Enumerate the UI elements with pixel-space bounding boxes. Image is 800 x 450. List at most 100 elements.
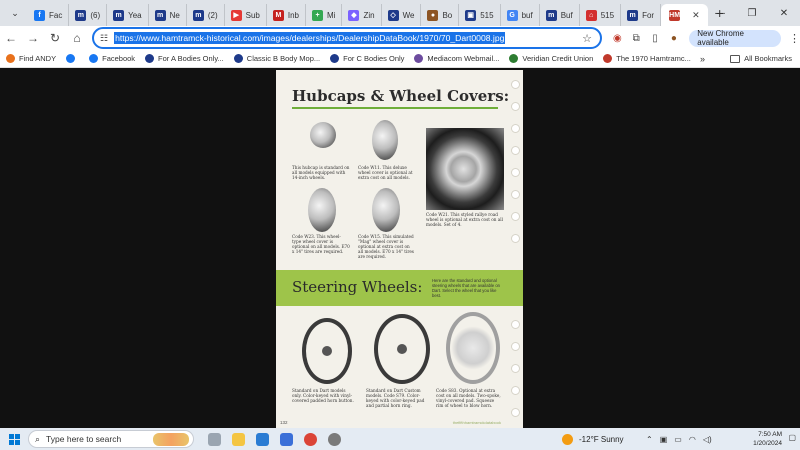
minimize-icon[interactable]: —: [704, 8, 736, 19]
steering-section-note: Here are the standard and optional steer…: [432, 278, 500, 298]
extensions-puzzle-icon[interactable]: ⧉: [627, 33, 646, 44]
browser-tab[interactable]: f Fac: [28, 4, 70, 26]
network-icon[interactable]: ◠: [689, 435, 696, 444]
browser-tab[interactable]: ▣ 515: [459, 4, 501, 26]
browser-tab[interactable]: m Yea: [107, 4, 149, 26]
browser-tab[interactable]: m For: [621, 4, 662, 26]
bookmark-label: Veridian Credit Union: [522, 54, 594, 63]
bookmark-item[interactable]: Mediacom Webmail...: [414, 54, 499, 63]
tab-label: 515: [480, 10, 494, 20]
page-footer: thefifthhamtramckdatabook: [452, 420, 501, 425]
mail-icon[interactable]: [250, 429, 274, 449]
search-highlight-image: [153, 433, 189, 446]
chrome-taskbar-icon[interactable]: [298, 429, 322, 449]
search-icon: ⌕: [35, 433, 41, 444]
bookmarks-bar: Find ANDY Facebook For A Bodies Only... Cla…: [0, 50, 800, 68]
browser-toolbar: ← → ↻ ⌂ ☷ https://www.hamtramck-historic…: [0, 26, 800, 50]
custom-steering-caption: Standard on Dart Custom models. Code S79…: [366, 388, 425, 408]
bookmark-item[interactable]: Classic B Body Mop...: [233, 54, 321, 63]
close-tab-icon[interactable]: ✕: [692, 10, 700, 21]
bookmark-label: Classic B Body Mop...: [246, 54, 321, 63]
tab-label: 515: [600, 10, 615, 20]
bookmark-item[interactable]: For C Bodies Only: [330, 54, 404, 63]
browser-tab[interactable]: Gbuf: [501, 4, 540, 26]
bookmark-item[interactable]: The 1970 Hamtramc...: [603, 54, 691, 63]
bookmark-item[interactable]: [66, 54, 79, 63]
bookmark-favicon-icon: [66, 54, 76, 63]
binder-hole: [511, 342, 520, 351]
tab-favicon-icon: HM: [669, 9, 681, 21]
binder-hole: [511, 80, 520, 89]
bookmark-label: The 1970 Hamtramc...: [616, 54, 691, 63]
back-icon[interactable]: ←: [0, 31, 22, 45]
taskbar-search[interactable]: ⌕ Type here to search: [28, 430, 194, 448]
bookmark-star-icon[interactable]: ☆: [582, 32, 592, 45]
binder-hole: [511, 124, 520, 133]
forward-icon[interactable]: →: [22, 31, 44, 45]
taskbar-search-placeholder: Type here to search: [46, 434, 122, 444]
tray-app-icon[interactable]: ▣: [660, 435, 668, 444]
browser-tab[interactable]: ⌂ 515: [580, 4, 622, 26]
browser-tab[interactable]: ◆ Zin: [342, 4, 382, 26]
chrome-menu-icon[interactable]: ⋮: [789, 32, 800, 45]
bookmark-item[interactable]: Veridian Credit Union: [509, 54, 593, 63]
extension-icon-red[interactable]: ◉: [608, 33, 627, 44]
bookmark-label: Find ANDY: [19, 54, 57, 63]
tab-favicon-icon: ▶: [230, 9, 242, 21]
profile-avatar[interactable]: ●: [664, 33, 683, 44]
bookmark-item[interactable]: For A Bodies Only...: [145, 54, 224, 63]
weather-widget[interactable]: -12°F Sunny: [562, 433, 624, 445]
home-icon[interactable]: ⌂: [66, 31, 88, 45]
browser-tab[interactable]: ▶ Sub: [225, 4, 267, 26]
side-panel-icon[interactable]: ▯: [646, 33, 665, 44]
restore-icon[interactable]: ❐: [736, 8, 768, 19]
battery-icon[interactable]: ▭: [674, 435, 682, 444]
reload-icon[interactable]: ↻: [44, 31, 66, 45]
binder-hole: [511, 190, 520, 199]
volume-icon[interactable]: ◁): [703, 435, 712, 444]
start-button[interactable]: [0, 433, 28, 445]
folder-icon: [730, 54, 741, 63]
notifications-icon[interactable]: ▢: [788, 433, 796, 442]
bookmark-favicon-icon: [89, 54, 99, 63]
browser-tab[interactable]: M Inb: [267, 4, 306, 26]
tray-overflow-icon[interactable]: ⌃: [646, 435, 653, 444]
optional-steering-wheel-image: [446, 312, 500, 384]
browser-tab[interactable]: m (2): [187, 4, 225, 26]
bookmark-favicon-icon: [233, 54, 243, 63]
address-bar[interactable]: ☷ https://www.hamtramck-historical.com/i…: [92, 27, 602, 49]
tab-search-menu-icon[interactable]: ⌄: [6, 4, 24, 22]
tab-label: Yea: [128, 10, 142, 20]
settings-icon[interactable]: [322, 429, 346, 449]
tab-favicon-icon: f: [34, 9, 45, 21]
task-view-icon[interactable]: [202, 429, 226, 449]
tab-label: Inb: [287, 10, 299, 20]
new-chrome-available-button[interactable]: New Chrome available: [689, 29, 781, 47]
bookmarks-overflow-button[interactable]: »: [700, 54, 705, 64]
tab-label: Buf: [560, 10, 573, 20]
horn-button: [322, 346, 332, 356]
site-info-icon[interactable]: ☷: [100, 33, 108, 44]
tab-label: Sub: [245, 10, 260, 20]
wire-wheel-cover-caption: Code W23. This wheel-type wheel cover is…: [292, 234, 350, 254]
bookmark-item[interactable]: Facebook: [89, 54, 135, 63]
active-tab[interactable]: HM ✕: [661, 4, 708, 26]
wire-wheel-cover-image: [308, 188, 336, 232]
browser-tab[interactable]: m Ne: [149, 4, 187, 26]
store-icon[interactable]: [274, 429, 298, 449]
bookmark-item[interactable]: Find ANDY: [6, 54, 56, 63]
browser-tab[interactable]: ◇ We: [382, 4, 422, 26]
all-bookmarks-button[interactable]: All Bookmarks: [730, 54, 792, 63]
close-window-icon[interactable]: ✕: [768, 8, 800, 19]
browser-tab[interactable]: m Buf: [540, 4, 580, 26]
windows-logo-icon: [8, 433, 20, 445]
browser-tab[interactable]: ● Bo: [421, 4, 460, 26]
file-explorer-icon[interactable]: [226, 429, 250, 449]
clock[interactable]: 7:50 AM 1/20/2024: [753, 430, 782, 448]
browser-tab[interactable]: + Mi: [306, 4, 343, 26]
browser-tab[interactable]: m (6): [69, 4, 108, 26]
address-url[interactable]: https://www.hamtramck-historical.com/ima…: [114, 32, 506, 44]
binder-hole: [511, 364, 520, 373]
tab-label: Ne: [169, 10, 180, 20]
binder-hole: [511, 408, 520, 417]
